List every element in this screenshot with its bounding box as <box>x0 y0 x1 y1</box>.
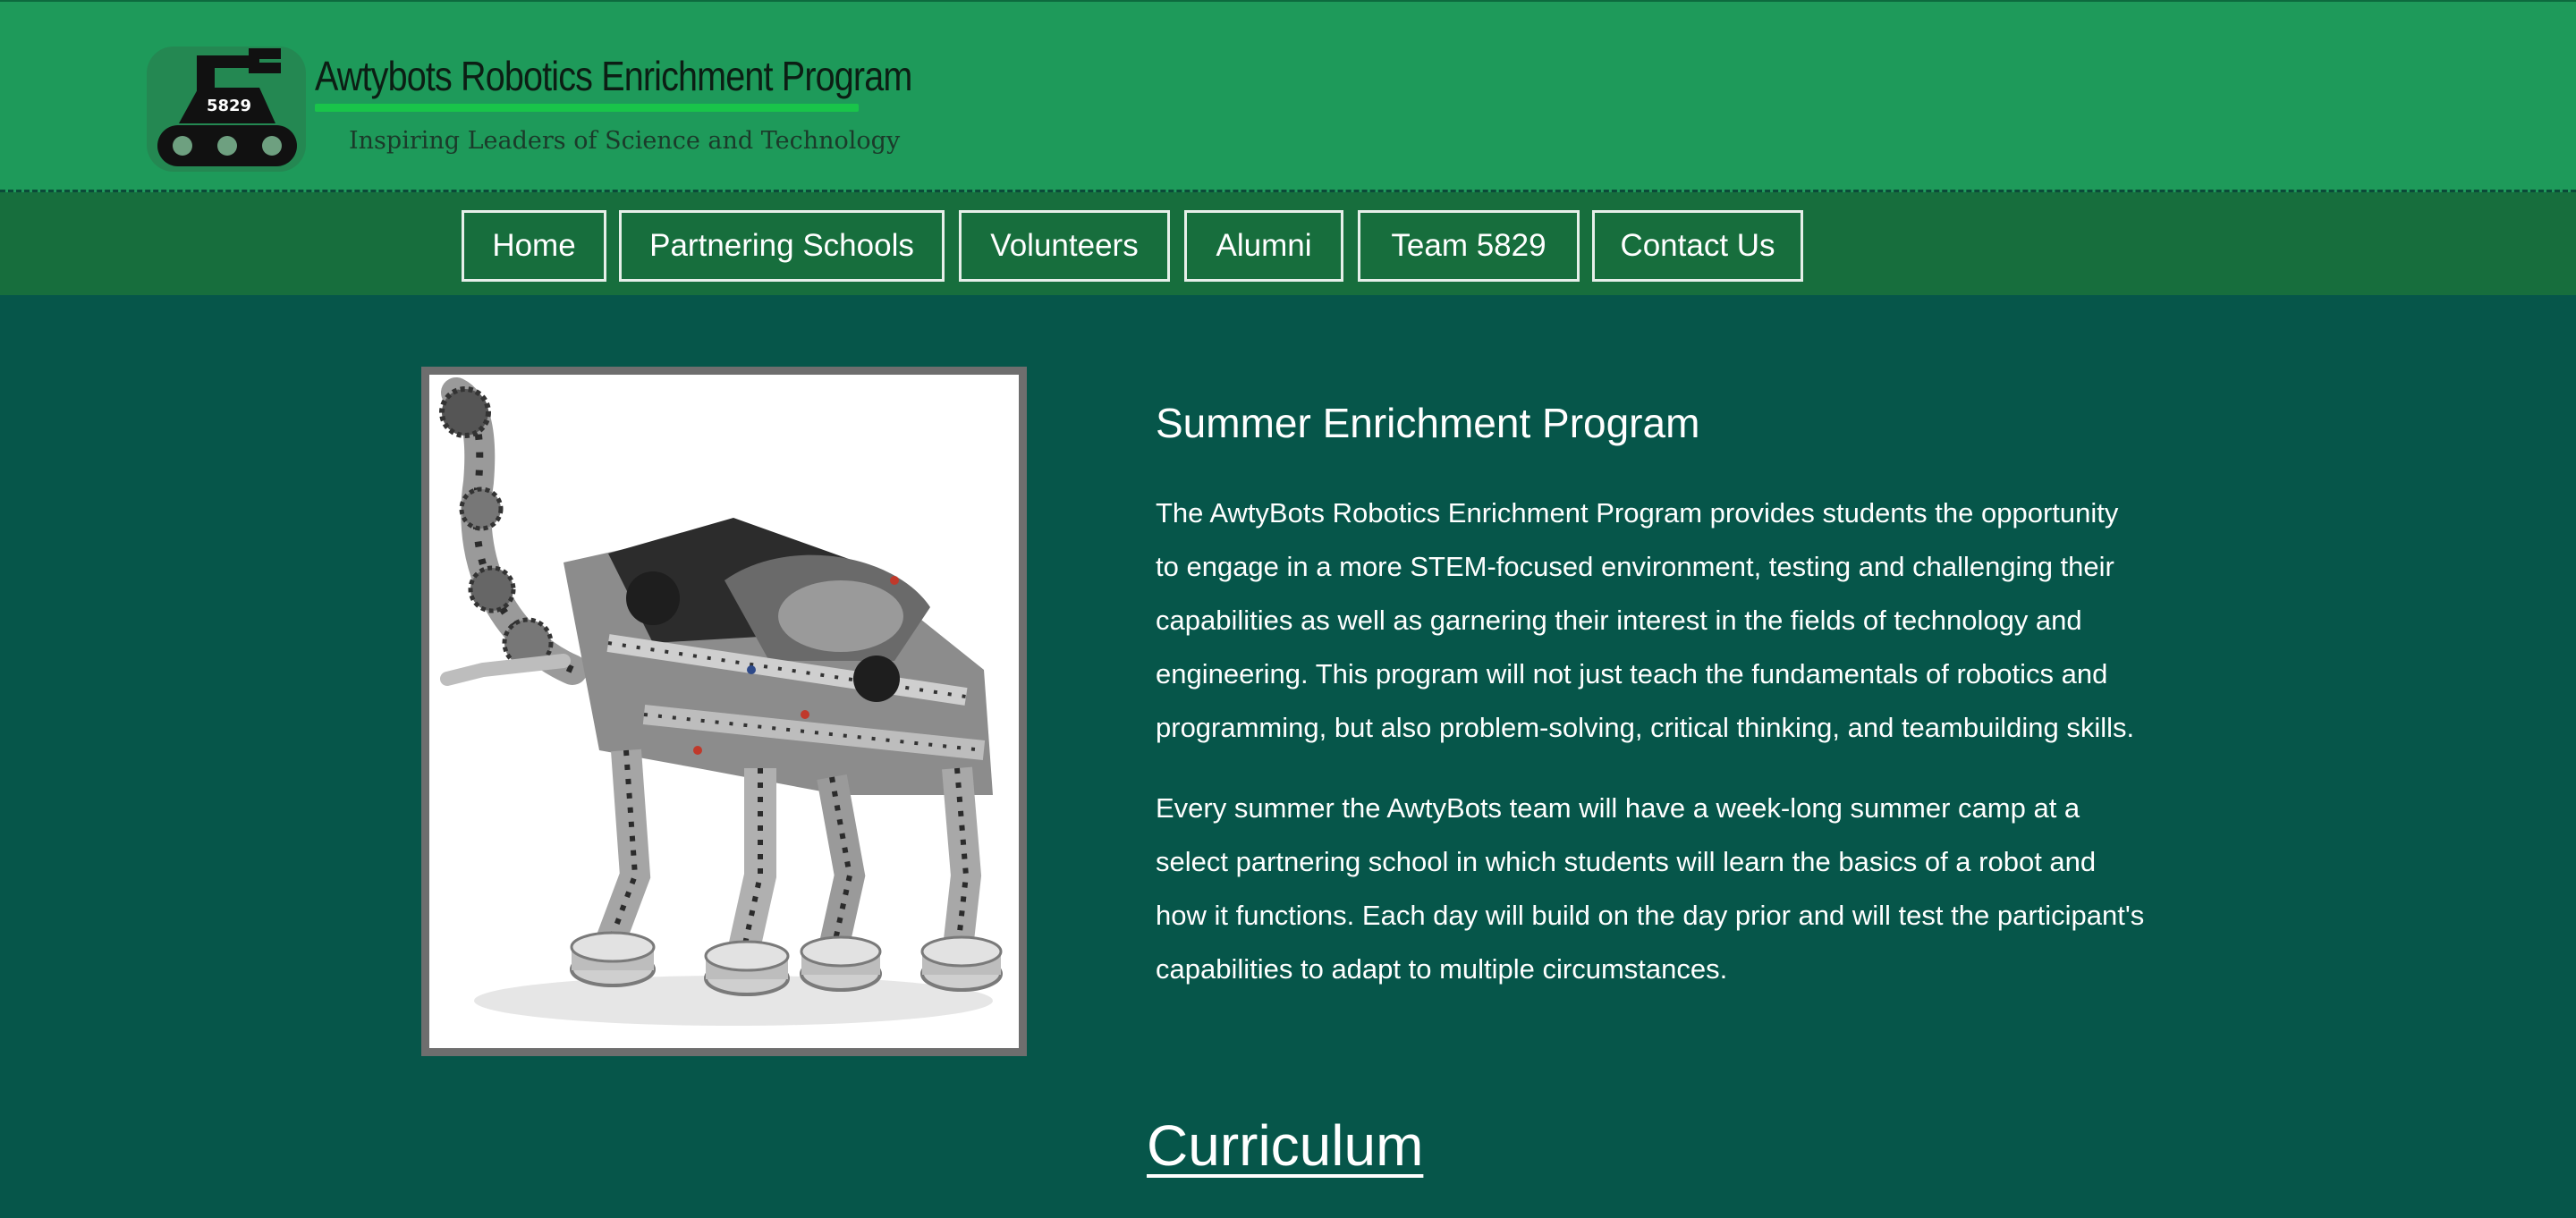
site-tagline: Inspiring Leaders of Science and Technol… <box>349 127 901 155</box>
paragraph-line: capabilities to adapt to multiple circum… <box>1156 953 1728 985</box>
paragraph-line: to engage in a more STEM-focused environ… <box>1156 551 2114 582</box>
paragraph-line: capabilities as well as garnering their … <box>1156 605 2082 636</box>
site-header: 5829 Awtybots Robotics Enrichment Progra… <box>0 0 2576 192</box>
logo-badge-text: 5829 <box>207 97 251 115</box>
curriculum-heading: Curriculum <box>1147 1113 1424 1178</box>
paragraph-line: how it functions. Each day will build on… <box>1156 900 2145 931</box>
nav-contact-us-button[interactable]: Contact Us <box>1592 210 1803 282</box>
nav-alumni-button[interactable]: Alumni <box>1184 210 1343 282</box>
tank-robot-logo-icon[interactable]: 5829 <box>143 43 309 175</box>
paragraph-line: select partnering school in which studen… <box>1156 846 2097 877</box>
intro-paragraph: The AwtyBots Robotics Enrichment Program… <box>1156 486 2175 755</box>
nav-volunteers-button[interactable]: Volunteers <box>959 210 1170 282</box>
section-heading: Summer Enrichment Program <box>1156 400 1700 446</box>
nav-partnering-schools-button[interactable]: Partnering Schools <box>619 210 945 282</box>
main-nav: Home Partnering Schools Volunteers Alumn… <box>0 192 2576 295</box>
lego-robot-elephant-image <box>421 367 1027 1056</box>
paragraph-line: engineering. This program will not just … <box>1156 658 2108 689</box>
title-underline <box>315 104 859 112</box>
paragraph-line: The AwtyBots Robotics Enrichment Program… <box>1156 497 2119 529</box>
nav-team-5829-button[interactable]: Team 5829 <box>1358 210 1580 282</box>
site-title[interactable]: Awtybots Robotics Enrichment Program <box>315 52 912 100</box>
paragraph-line: Every summer the AwtyBots team will have… <box>1156 792 2080 824</box>
paragraph-line: programming, but also problem-solving, c… <box>1156 712 2135 743</box>
summer-camp-paragraph: Every summer the AwtyBots team will have… <box>1156 782 2175 996</box>
nav-home-button[interactable]: Home <box>462 210 606 282</box>
